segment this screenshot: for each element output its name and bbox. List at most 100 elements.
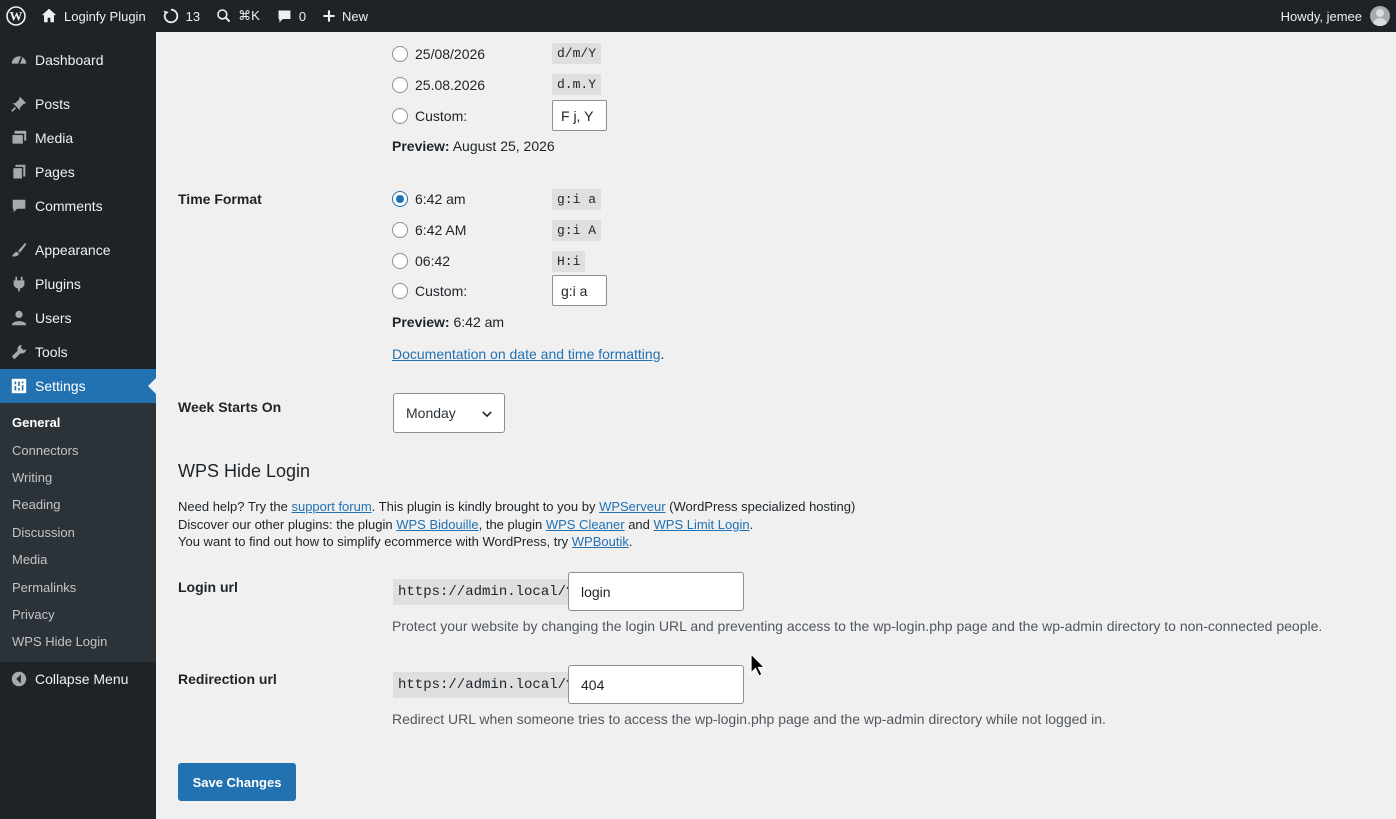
help-text: Need help? Try the support forum. This p… (178, 498, 938, 551)
time-format-option-24h[interactable]: 06:42 (392, 250, 450, 272)
submenu-item-permalinks[interactable]: Permalinks (0, 573, 156, 600)
submenu-item-connectors[interactable]: Connectors (0, 436, 156, 463)
time-format-label: Time Format (178, 191, 262, 207)
format-code: g:i a (552, 189, 602, 210)
comments-count: 0 (298, 8, 307, 24)
format-code: H:i (552, 251, 586, 272)
collapse-menu-label: Collapse Menu (35, 670, 129, 687)
pin-icon (9, 94, 29, 114)
submenu-item-writing[interactable]: Writing (0, 464, 156, 491)
help-text-part: Need help? Try the (178, 499, 292, 514)
redirection-url-description: Redirect URL when someone tries to acces… (392, 711, 1106, 727)
greeting: Howdy, jemee (1280, 8, 1362, 24)
command-palette-button[interactable]: ⌘K (208, 0, 268, 32)
radio-label: 25/08/2026 (415, 46, 486, 62)
preview-value: August 25, 2026 (452, 138, 555, 154)
sidebar-item-label: Users (35, 310, 72, 326)
sidebar-item-pages[interactable]: Pages (0, 155, 156, 189)
radio-button[interactable] (392, 253, 408, 269)
sidebar-item-comments[interactable]: Comments (0, 189, 156, 223)
help-text-part: (WordPress specialized hosting) (665, 499, 856, 514)
updates-icon (162, 7, 180, 25)
sidebar-item-settings[interactable]: Settings (0, 369, 156, 403)
sidebar-item-plugins[interactable]: Plugins (0, 267, 156, 301)
sidebar-item-label: Media (35, 130, 74, 146)
radio-label: Custom: (415, 108, 468, 124)
sidebar-item-users[interactable]: Users (0, 301, 156, 335)
login-url-input[interactable]: login (568, 572, 744, 611)
help-text-part: Discover our other plugins: the plugin (178, 516, 397, 532)
radio-button[interactable] (392, 108, 408, 124)
my-account-link[interactable]: Howdy, jemee (1273, 0, 1396, 32)
plus-icon (322, 9, 336, 23)
preview-label: Preview: (392, 138, 450, 154)
login-url-label: Login url (178, 579, 238, 595)
wps-cleaner-link[interactable]: WPS Cleaner (546, 517, 625, 532)
collapse-menu-button[interactable]: Collapse Menu (0, 664, 156, 694)
radio-button[interactable] (392, 191, 408, 207)
submenu-item-general[interactable]: General (0, 409, 156, 436)
media-icon (9, 128, 29, 148)
sidebar-item-label: Tools (35, 344, 68, 360)
time-format-option-custom[interactable]: Custom: (392, 280, 467, 302)
wordpress-logo-icon[interactable]: W (0, 0, 32, 32)
settings-submenu: General Connectors Writing Reading Discu… (0, 403, 156, 662)
collapse-arrow-icon (9, 669, 29, 689)
radio-button[interactable] (392, 46, 408, 62)
week-starts-select[interactable]: Monday (393, 393, 505, 433)
date-format-option-custom[interactable]: Custom: (392, 105, 467, 127)
sidebar-item-label: Comments (35, 198, 103, 214)
settings-content: 25/08/2026 d/m/Y 25.08.2026 d.m.Y Custom… (156, 32, 1396, 819)
admin-bar: W Loginfy Plugin 13 ⌘K 0 New Howdy, jeme… (0, 0, 1396, 32)
sidebar-item-dashboard[interactable]: Dashboard (0, 43, 156, 77)
time-format-option-upper[interactable]: 6:42 AM (392, 219, 466, 241)
sidebar-item-posts[interactable]: Posts (0, 87, 156, 121)
custom-time-format-input[interactable]: g:i a (552, 275, 607, 306)
search-icon (216, 8, 232, 24)
user-icon (9, 308, 29, 328)
wps-bidouille-link[interactable]: WPS Bidouille (396, 517, 478, 532)
radio-button[interactable] (392, 222, 408, 238)
submenu-item-discussion[interactable]: Discussion (0, 519, 156, 546)
radio-button[interactable] (392, 77, 408, 93)
radio-label: 25.08.2026 (415, 77, 486, 93)
format-code: d/m/Y (552, 43, 602, 64)
submenu-item-media[interactable]: Media (0, 546, 156, 573)
search-shortcut: ⌘K (238, 8, 260, 23)
settings-icon (9, 376, 29, 396)
help-text-part: . (628, 534, 633, 549)
wpboutik-link[interactable]: WPBoutik (572, 534, 629, 549)
date-format-option-dmy-dot[interactable]: 25.08.2026 (392, 74, 485, 96)
svg-text:W: W (10, 9, 23, 24)
date-format-option-dmy-slash[interactable]: 25/08/2026 (392, 43, 485, 65)
redirection-url-input[interactable]: 404 (568, 665, 744, 704)
pages-icon (9, 162, 29, 182)
sidebar-item-tools[interactable]: Tools (0, 335, 156, 369)
site-name-link[interactable]: Loginfy Plugin (32, 0, 154, 32)
sidebar-item-appearance[interactable]: Appearance (0, 233, 156, 267)
radio-label: 06:42 (415, 253, 451, 269)
avatar (1370, 6, 1390, 26)
radio-label: 6:42 am (415, 191, 466, 207)
save-changes-button[interactable]: Save Changes (178, 763, 296, 801)
wps-limit-login-link[interactable]: WPS Limit Login (654, 517, 750, 532)
submenu-item-wps-hide-login[interactable]: WPS Hide Login (0, 628, 156, 655)
dashboard-icon (9, 50, 29, 70)
help-text-part: . This plugin is kindly brought to you b… (371, 499, 600, 514)
submenu-item-privacy[interactable]: Privacy (0, 601, 156, 628)
help-text-part: and (624, 516, 654, 532)
punctuation: . (660, 346, 665, 362)
comments-link[interactable]: 0 (268, 0, 314, 32)
documentation-line: Documentation on date and time formattin… (392, 346, 664, 362)
submenu-item-reading[interactable]: Reading (0, 491, 156, 518)
updates-link[interactable]: 13 (154, 0, 208, 32)
sidebar-item-media[interactable]: Media (0, 121, 156, 155)
documentation-link[interactable]: Documentation on date and time formattin… (392, 346, 661, 362)
custom-date-format-input[interactable]: F j, Y (552, 100, 607, 131)
time-format-option-lower[interactable]: 6:42 am (392, 188, 466, 210)
support-forum-link[interactable]: support forum (291, 499, 371, 514)
wpserveur-link[interactable]: WPServeur (599, 499, 665, 514)
help-text-part: , the plugin (478, 516, 546, 532)
new-content-link[interactable]: New (314, 0, 376, 32)
radio-button[interactable] (392, 283, 408, 299)
